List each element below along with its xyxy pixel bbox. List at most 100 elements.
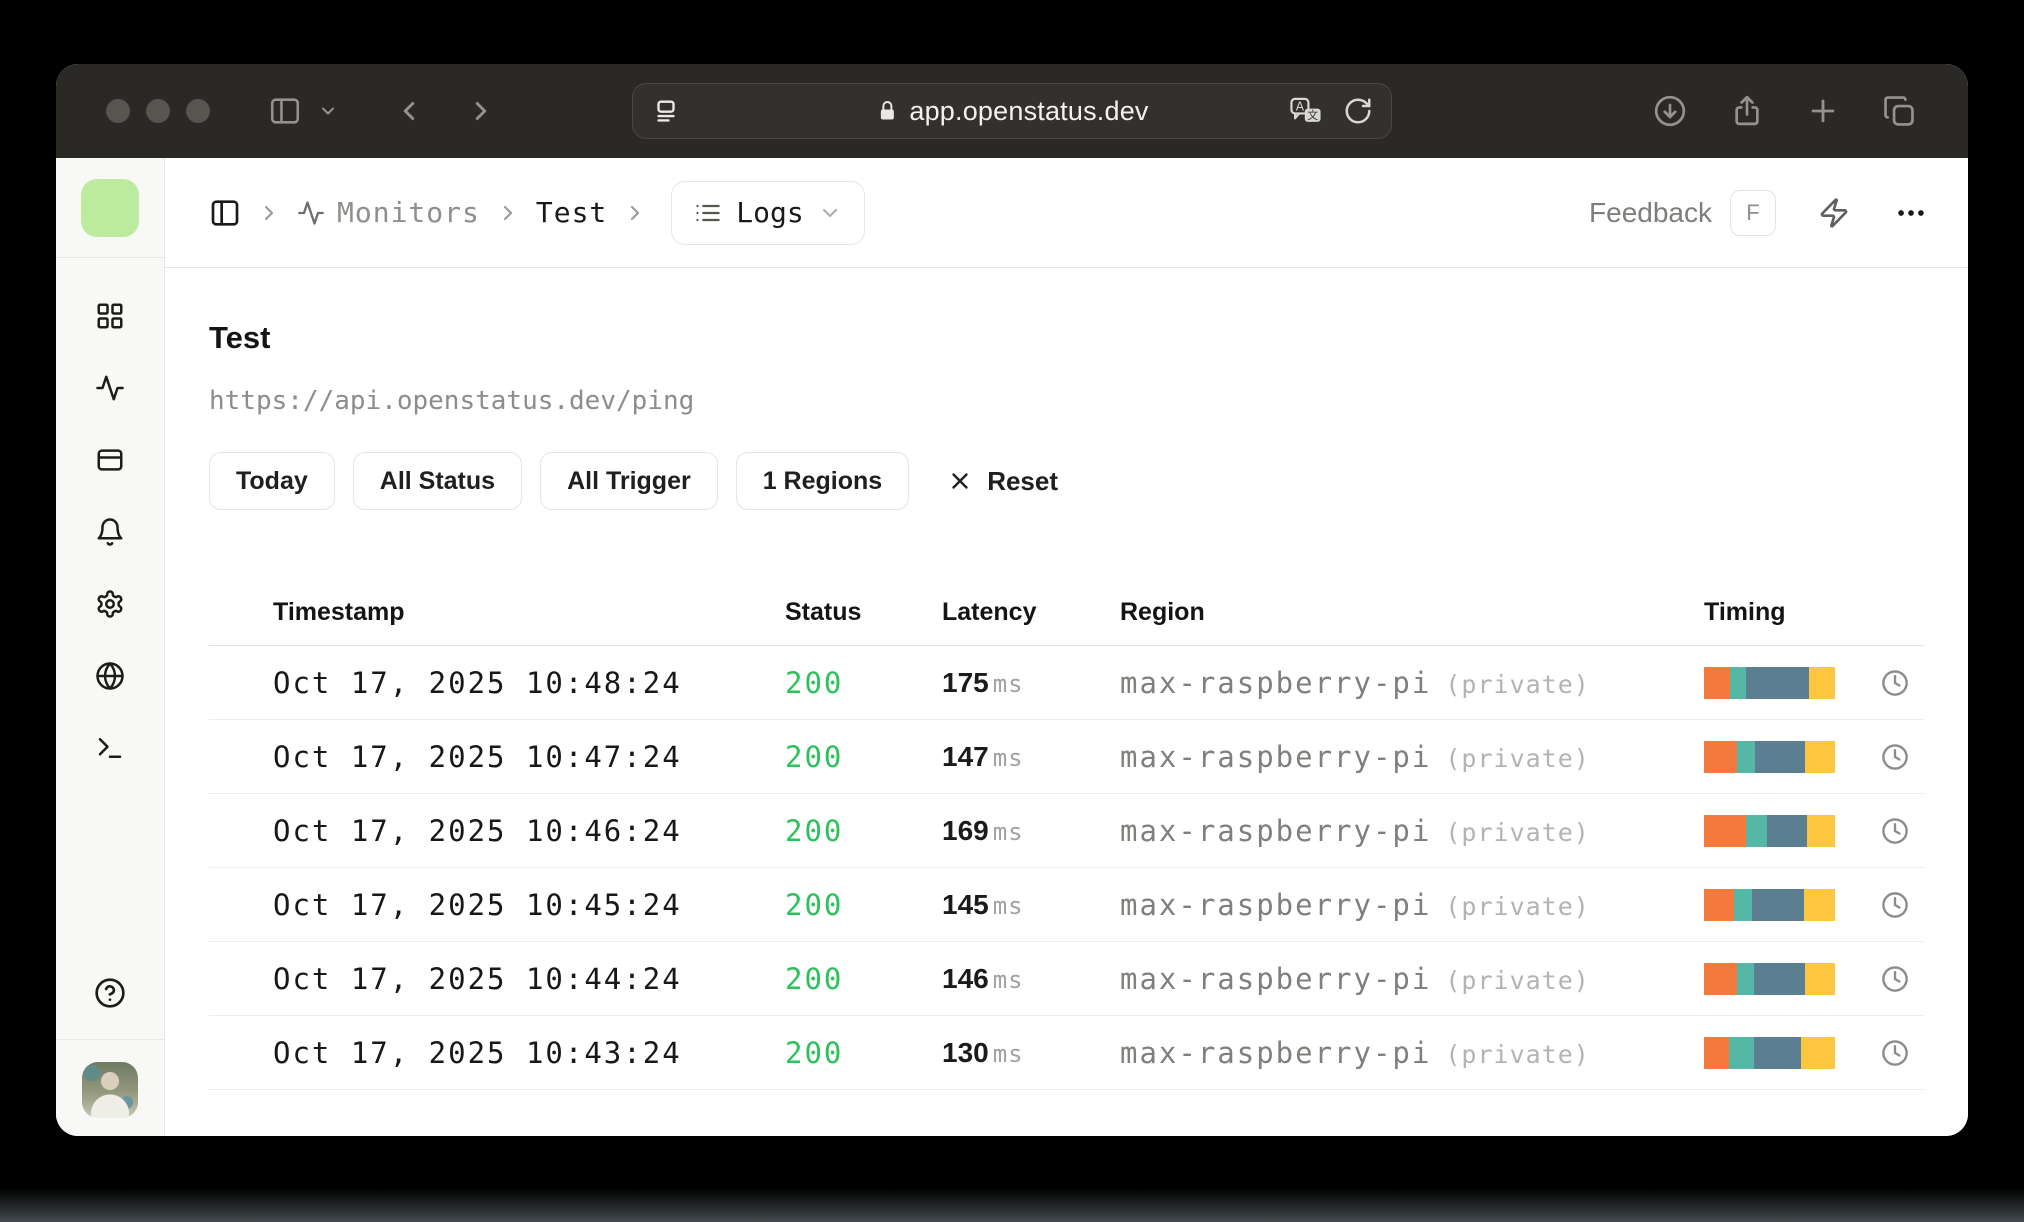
table-row[interactable]: Oct 17, 2025 10:47:24 200 147 ms max-rasp… [209,720,1924,794]
tab-overview-icon[interactable] [1882,94,1916,128]
app-shell: Monitors Test Logs Feedback F Test https… [56,158,1968,1136]
timing-bar [1704,740,1835,773]
activity-icon [95,373,125,408]
browser-sidebar-toggle-icon[interactable] [268,94,302,128]
timing-segment [1730,666,1746,699]
column-header-region: Region [1120,598,1205,626]
sidebar-item-domains[interactable] [74,642,146,714]
back-button[interactable] [394,96,424,126]
lock-icon [875,99,899,123]
main-panel: Monitors Test Logs Feedback F Test https… [165,158,1968,1136]
share-icon[interactable] [1730,94,1764,128]
cell-status: 200 [785,961,844,996]
sidebar-item-status-pages[interactable] [74,426,146,498]
minimize-window-button[interactable] [146,99,170,123]
sidebar-item-settings[interactable] [74,570,146,642]
x-icon [947,468,973,494]
workspace-logo[interactable] [81,179,139,237]
table-row[interactable]: Oct 17, 2025 10:44:24 200 146 ms max-rasp… [209,942,1924,1016]
filter-regions-button[interactable]: 1 Regions [735,452,910,510]
sidebar-item-notifications[interactable] [74,498,146,570]
page-content: Test https://api.openstatus.dev/ping Tod… [165,268,1968,1136]
reset-filters-button[interactable]: Reset [947,466,1058,497]
table-row[interactable]: Oct 17, 2025 10:46:24 200 169 ms max-rasp… [209,794,1924,868]
feedback-button[interactable]: Feedback [1589,197,1712,229]
svg-text:文: 文 [1307,108,1318,122]
clock-icon [1880,668,1910,698]
filter-date-button[interactable]: Today [209,452,335,510]
timing-segment [1736,740,1756,773]
address-bar[interactable]: app.openstatus.dev A文 [632,83,1392,139]
user-avatar[interactable] [82,1062,138,1118]
browser-card-icon [95,445,125,480]
sidebar-item-monitors[interactable] [74,354,146,426]
breadcrumb-monitors[interactable]: Monitors [297,196,480,229]
cell-region: max-raspberry-pi (private) [1120,739,1590,774]
cell-status: 200 [785,665,844,700]
clock-icon [1880,742,1910,772]
cell-latency: 169 ms [942,814,1024,846]
browser-titlebar: app.openstatus.dev A文 [56,64,1968,158]
timing-segment [1804,740,1835,773]
timing-segment [1704,962,1737,995]
forward-button[interactable] [466,96,496,126]
page-settings-icon[interactable] [651,96,681,126]
timing-segment [1704,1036,1729,1069]
app-sidebar [56,158,165,1136]
browser-window: app.openstatus.dev A文 Monitors Test Logs… [56,64,1968,1136]
terminal-icon [95,733,125,768]
sidebar-chevron-down-icon[interactable] [318,101,338,121]
url-text: app.openstatus.dev [909,95,1149,126]
downloads-icon[interactable] [1652,93,1688,129]
panel-left-toggle-icon[interactable] [209,197,241,229]
table-header-row: Timestamp Status Latency Region Timing [209,580,1924,646]
cell-timing [1704,962,1924,995]
zap-icon[interactable] [1818,197,1850,229]
timing-segment [1804,962,1835,995]
timing-bar [1704,666,1835,699]
desktop-reflection [0,1188,2024,1222]
timing-segment [1704,888,1735,921]
cell-status: 200 [785,1035,844,1070]
sidebar-item-dashboard[interactable] [74,282,146,354]
cell-timestamp: Oct 17, 2025 10:43:24 [273,1035,682,1070]
timing-bar [1704,888,1835,921]
cell-timestamp: Oct 17, 2025 10:44:24 [273,961,682,996]
cell-status: 200 [785,739,844,774]
page-title: Test [209,320,271,355]
feedback-shortcut-badge: F [1730,189,1776,236]
new-tab-icon[interactable] [1806,94,1840,128]
translate-icon[interactable]: A文 [1289,95,1323,127]
close-window-button[interactable] [106,99,130,123]
table-row[interactable]: Oct 17, 2025 10:45:24 200 145 ms max-rasp… [209,868,1924,942]
sidebar-item-cli[interactable] [74,714,146,786]
cell-timing [1704,740,1924,773]
cell-latency: 145 ms [942,888,1024,920]
svg-text:A: A [1296,100,1305,114]
reload-icon[interactable] [1343,96,1373,126]
logs-view-selector[interactable]: Logs [671,180,865,245]
cell-timestamp: Oct 17, 2025 10:47:24 [273,739,682,774]
clock-icon [1880,816,1910,846]
cell-timing [1704,888,1924,921]
filter-trigger-button[interactable]: All Trigger [540,452,718,510]
timing-segment [1800,1036,1835,1069]
zoom-window-button[interactable] [186,99,210,123]
chevron-right-icon [496,201,520,225]
column-header-latency: Latency [942,598,1037,626]
more-options-icon[interactable] [1894,196,1928,230]
table-row[interactable]: Oct 17, 2025 10:43:24 200 130 ms max-rasp… [209,1016,1924,1090]
globe-icon [95,661,125,696]
timing-segment [1753,962,1805,995]
filter-status-button[interactable]: All Status [352,452,523,510]
help-button[interactable] [94,951,126,1039]
column-header-timing: Timing [1704,598,1786,626]
sidebar-divider [56,1039,164,1040]
breadcrumb-page[interactable]: Test [536,196,607,229]
cell-latency: 147 ms [942,740,1024,772]
cell-latency: 146 ms [942,962,1024,994]
timing-segment [1736,962,1754,995]
table-row[interactable]: Oct 17, 2025 10:48:24 200 175 ms max-rasp… [209,646,1924,720]
cell-region: max-raspberry-pi (private) [1120,1035,1590,1070]
app-header: Monitors Test Logs Feedback F [165,158,1968,268]
